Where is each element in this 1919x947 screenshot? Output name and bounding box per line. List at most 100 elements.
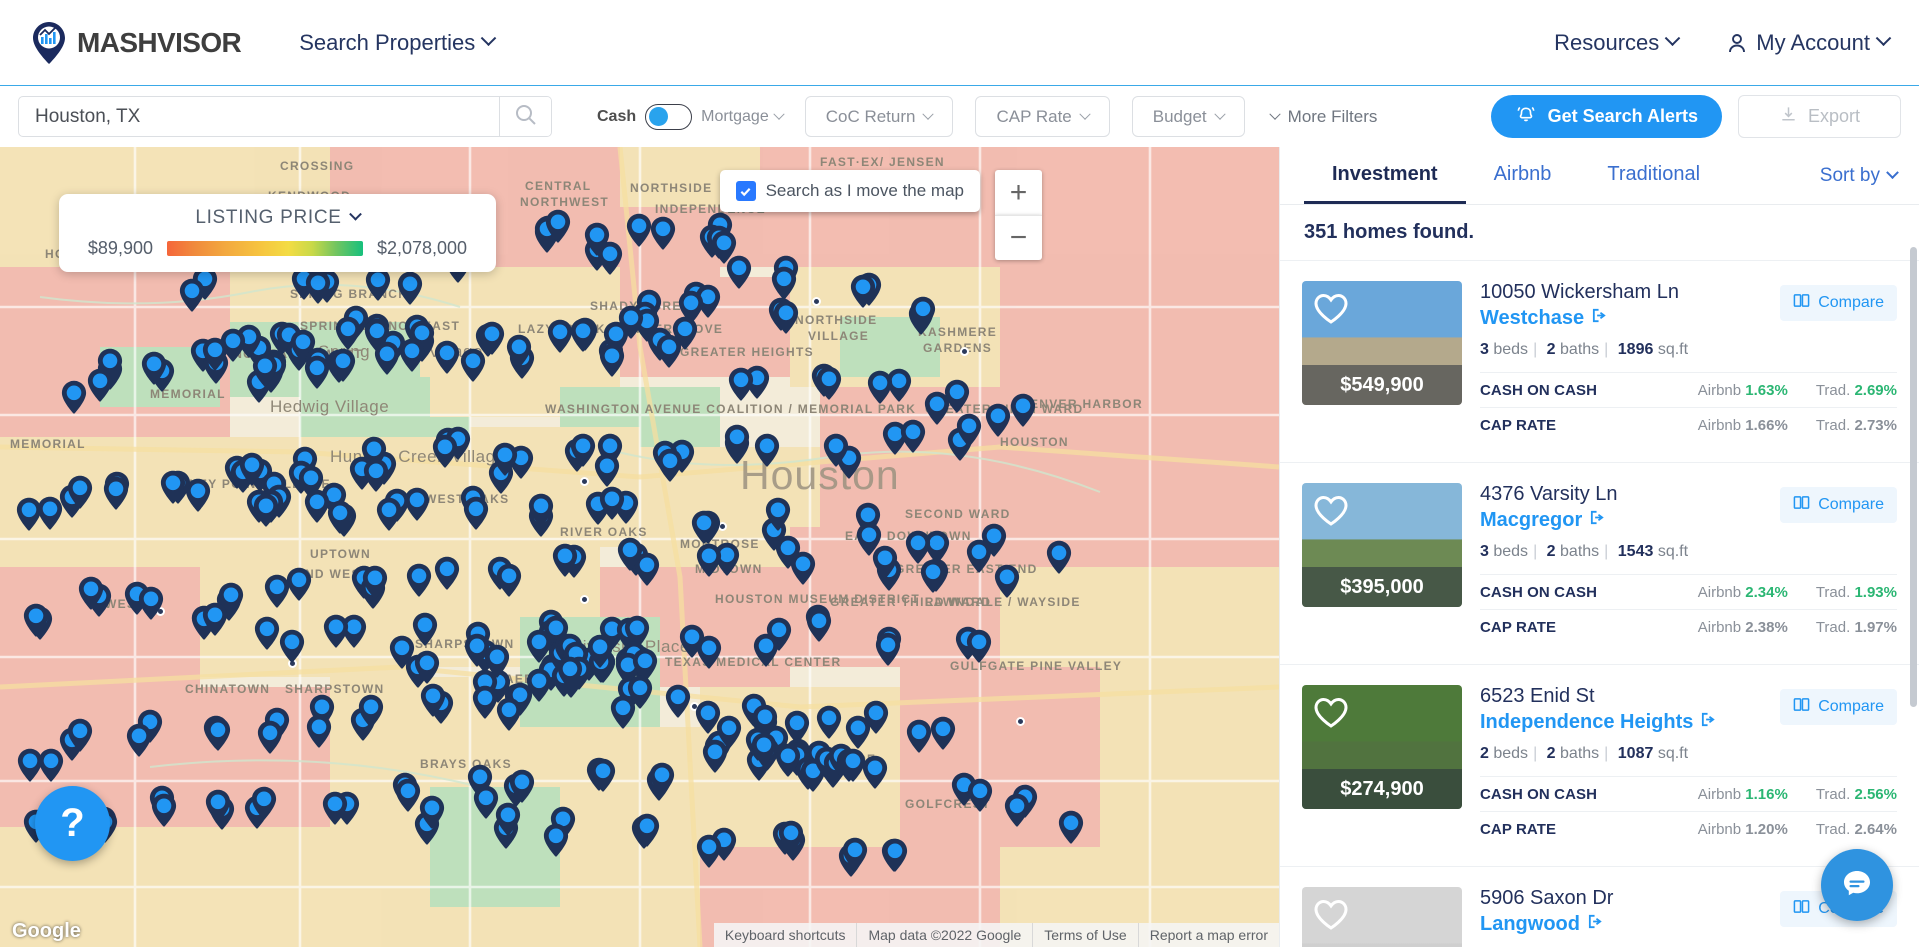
map-property-pin[interactable] [103,476,129,510]
financing-switch[interactable] [645,103,693,130]
map-property-pin[interactable] [432,434,458,468]
map-property-pin[interactable] [37,496,63,530]
map-property-pin[interactable] [496,563,522,597]
map-property-pin[interactable] [484,644,510,678]
map-property-pin[interactable] [412,612,438,646]
map-property-pin[interactable] [254,616,280,650]
property-thumbnail[interactable] [1302,887,1462,947]
map-property-pin[interactable] [160,470,186,504]
map-property-pin[interactable] [365,267,391,301]
map-property-pin[interactable] [867,370,893,404]
map-dot-marker[interactable] [1016,717,1025,726]
map-property-pin[interactable] [850,274,876,308]
map-property-pin[interactable] [920,559,946,593]
tab-investment[interactable]: Investment [1304,147,1466,204]
map-property-pin[interactable] [724,424,750,458]
map-property-pin[interactable] [61,380,87,414]
map-property-pin[interactable] [492,442,518,476]
zoom-out-button[interactable]: − [995,215,1042,260]
map-property-pin[interactable] [399,338,425,372]
map-property-pin[interactable] [924,391,950,425]
map-property-pin[interactable] [570,433,596,467]
map-property-pin[interactable] [716,715,742,749]
map-property-pin[interactable] [590,758,616,792]
compare-button[interactable]: Compare [1780,689,1897,725]
map-property-pin[interactable] [395,778,421,812]
map-property-pin[interactable] [816,366,842,400]
heart-outline-icon[interactable] [1311,290,1351,331]
map-property-pin[interactable] [1046,540,1072,574]
map-property-pin[interactable] [205,789,231,823]
map-property-pin[interactable] [634,813,660,847]
map-property-pin[interactable] [545,209,571,243]
map-property-pin[interactable] [967,778,993,812]
property-card[interactable]: $274,900 6523 Enid St Independence Heigh… [1280,665,1919,867]
filter-budget[interactable]: Budget [1131,96,1245,137]
map-property-pin[interactable] [765,497,791,531]
map-property-pin[interactable] [981,523,1007,557]
keyboard-shortcuts-link[interactable]: Keyboard shortcuts [714,923,857,947]
map-property-pin[interactable] [557,656,583,690]
map-property-pin[interactable] [696,635,722,669]
map-property-pin[interactable] [496,697,522,731]
map-property-pin[interactable] [376,497,402,531]
map-property-pin[interactable] [434,556,460,590]
nav-search-properties[interactable]: Search Properties [299,30,497,56]
map-property-pin[interactable] [696,543,722,577]
map-property-pin[interactable] [463,496,489,530]
map-property-pin[interactable] [305,270,331,304]
map-property-pin[interactable] [790,551,816,585]
map-property-pin[interactable] [414,650,440,684]
location-search-box[interactable] [18,96,552,137]
map-property-pin[interactable] [138,586,164,621]
map-property-pin[interactable] [434,340,460,374]
map-property-pin[interactable] [657,448,683,482]
export-button[interactable]: Export [1737,95,1901,138]
listing-price-legend[interactable]: LISTING PRICE $89,900 $2,078,000 [59,194,496,272]
map-dot-marker[interactable] [960,347,969,356]
map-property-pin[interactable] [406,563,432,597]
cash-mortgage-toggle[interactable]: Cash Mortgage [597,103,785,130]
map-dot-marker[interactable] [580,595,589,604]
property-card[interactable]: $549,900 10050 Wickersham Ln Westchase 3… [1280,261,1919,463]
filter-cap-rate[interactable]: CAP Rate [975,96,1110,137]
filter-coc-return[interactable]: CoC Return [804,96,954,137]
map-property-pin[interactable] [691,510,717,544]
map-property-pin[interactable] [816,705,842,739]
map-property-pin[interactable] [656,334,682,368]
map-property-pin[interactable] [306,714,332,749]
map-property-pin[interactable] [900,419,926,453]
map-property-pin[interactable] [985,403,1011,437]
sort-by-dropdown[interactable]: Sort by [1820,147,1919,204]
map-property-pin[interactable] [279,629,305,663]
map-dot-marker[interactable] [580,477,589,486]
property-card[interactable]: $395,000 4376 Varsity Ln Macgregor 3 bed… [1280,463,1919,665]
tab-airbnb[interactable]: Airbnb [1466,147,1580,204]
map-property-pin[interactable] [528,493,554,527]
map-property-pin[interactable] [23,603,49,637]
map-property-pin[interactable] [823,433,849,467]
map-property-pin[interactable] [872,545,898,579]
map-dot-marker[interactable] [812,297,821,306]
toggle-mortgage[interactable]: Mortgage [701,108,785,126]
map-property-pin[interactable] [1010,393,1036,427]
map-property-pin[interactable] [179,278,205,312]
map-property-pin[interactable] [286,567,312,601]
map-property-pin[interactable] [696,834,722,868]
heart-outline-icon[interactable] [1311,492,1351,533]
map-property-pin[interactable] [570,318,596,352]
more-filters-button[interactable]: More Filters [1268,107,1377,127]
zoom-in-button[interactable]: + [995,170,1042,215]
get-search-alerts-button[interactable]: Get Search Alerts [1490,95,1722,138]
map-property-pin[interactable] [509,769,535,803]
map-property-pin[interactable] [304,489,330,523]
nav-my-account[interactable]: My Account [1726,30,1892,56]
map-property-pin[interactable] [806,608,832,642]
map-property-pin[interactable] [882,838,908,873]
checkbox-checked-icon[interactable] [735,181,756,201]
map-property-pin[interactable] [665,684,691,719]
map-property-pin[interactable] [506,334,532,368]
map-property-pin[interactable] [754,433,780,467]
map-property-pin[interactable] [1004,793,1030,827]
heart-outline-icon[interactable] [1311,896,1351,937]
